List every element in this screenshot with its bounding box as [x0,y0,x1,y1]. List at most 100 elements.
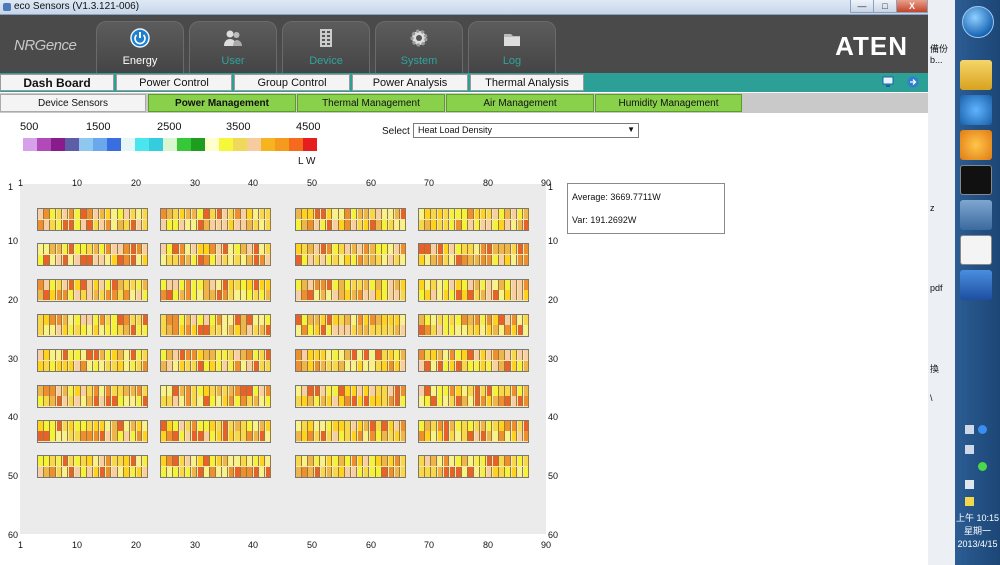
rack-cell [419,420,425,431]
legend-swatch [65,138,79,151]
rack-cell [400,360,407,371]
rack[interactable] [160,278,272,302]
tab-device[interactable]: Device [282,21,370,74]
rack[interactable] [418,313,530,337]
tray-icon[interactable] [965,480,974,489]
tray-icon[interactable] [978,462,987,471]
rack[interactable] [295,278,407,302]
rack[interactable] [295,349,407,373]
rack-cell [382,254,388,265]
rack[interactable] [160,455,272,479]
rack[interactable] [37,208,149,231]
y-axis-tick: 40 [548,412,559,422]
rack-cell [474,314,481,325]
subtab-air-management[interactable]: Air Management [446,94,594,112]
subtab-humidity-management[interactable]: Humidity Management [595,94,742,112]
start-button-icon[interactable] [962,6,994,38]
folder-icon[interactable] [960,60,992,90]
title-bar[interactable]: eco Sensors (V1.3.121-006) — □ X [0,0,928,15]
menu-dash-board[interactable]: Dash Board [0,74,114,91]
rack[interactable] [37,384,149,408]
rack[interactable] [418,419,530,443]
tray-icon[interactable] [965,425,974,434]
rack-cell [62,420,69,431]
menu-thermal-analysis[interactable]: Thermal Analysis [470,74,584,91]
rack-cell [468,219,474,230]
rack-cell [81,360,87,371]
rack[interactable] [160,349,272,373]
rack-cell [185,396,192,406]
tab-user[interactable]: User [189,21,277,74]
menu-power-analysis[interactable]: Power Analysis [352,74,468,91]
rack-cell [357,244,364,255]
rack-cell [167,360,173,371]
rack-cell [394,431,401,442]
rack-cell [363,290,370,301]
rack[interactable] [418,455,530,479]
rack[interactable] [418,278,530,302]
system-clock[interactable]: 上午 10:15 星期一 2013/4/15 [955,512,1000,551]
rack[interactable] [295,208,407,231]
rack-cell [56,279,63,290]
subtab-device-sensors[interactable]: Device Sensors [0,94,146,112]
rack[interactable] [418,208,530,231]
rack[interactable] [37,455,149,479]
rack[interactable] [37,313,149,337]
rack[interactable] [295,455,407,479]
rack[interactable] [160,208,272,231]
logout-icon[interactable] [907,76,919,88]
rack[interactable] [295,419,407,443]
subtab-power-management[interactable]: Power Management [148,94,296,112]
rack[interactable] [295,384,407,408]
rack-cell [302,290,308,301]
n-app-icon[interactable] [960,235,992,265]
menu-group-control[interactable]: Group Control [234,74,350,91]
rack[interactable] [37,349,149,373]
network-app-icon[interactable] [960,200,992,230]
rack[interactable] [37,278,149,302]
rack-cell [468,396,474,406]
tray-icon[interactable] [965,445,974,454]
rack[interactable] [160,419,272,443]
rack-cell [68,456,75,467]
rack-cell [222,209,229,219]
rack-cell [99,350,106,361]
rack-cell [259,244,266,255]
flag-icon[interactable] [965,497,974,506]
monitor-icon[interactable] [882,76,894,88]
rack[interactable] [160,384,272,408]
rack-cell [241,396,247,406]
rack[interactable] [37,243,149,267]
tab-system[interactable]: System [375,21,463,74]
menu-power-control[interactable]: Power Control [116,74,232,91]
rack[interactable] [418,349,530,373]
rack[interactable] [160,313,272,337]
x-axis-tick: 70 [424,540,435,550]
rack[interactable] [418,384,530,408]
rack-cell [191,420,198,431]
metric-select[interactable]: Heat Load Density ▼ [413,123,639,138]
legend-label: 500 [20,121,39,133]
ie-browser-icon[interactable] [960,95,992,125]
rack[interactable] [37,419,149,443]
help-icon[interactable] [978,425,987,434]
rack[interactable] [295,313,407,337]
tab-energy[interactable]: Energy [96,21,184,74]
tab-log[interactable]: Log [468,21,556,74]
close-button[interactable]: X [896,0,928,13]
rack-cell [376,290,382,301]
rack[interactable] [418,243,530,267]
rack[interactable] [160,243,272,267]
rack-cell [517,385,524,396]
rack-cell [161,244,167,255]
rack-cell [50,254,56,265]
subtab-thermal-management[interactable]: Thermal Management [297,94,445,112]
minimize-button[interactable]: — [850,0,874,13]
word-icon[interactable] [960,270,992,300]
rack-cell [314,466,321,477]
app-orange-icon[interactable] [960,130,992,160]
rack[interactable] [295,243,407,267]
maximize-button[interactable]: □ [873,0,897,13]
cmd-icon[interactable] [960,165,992,195]
rack-cell [456,244,462,255]
